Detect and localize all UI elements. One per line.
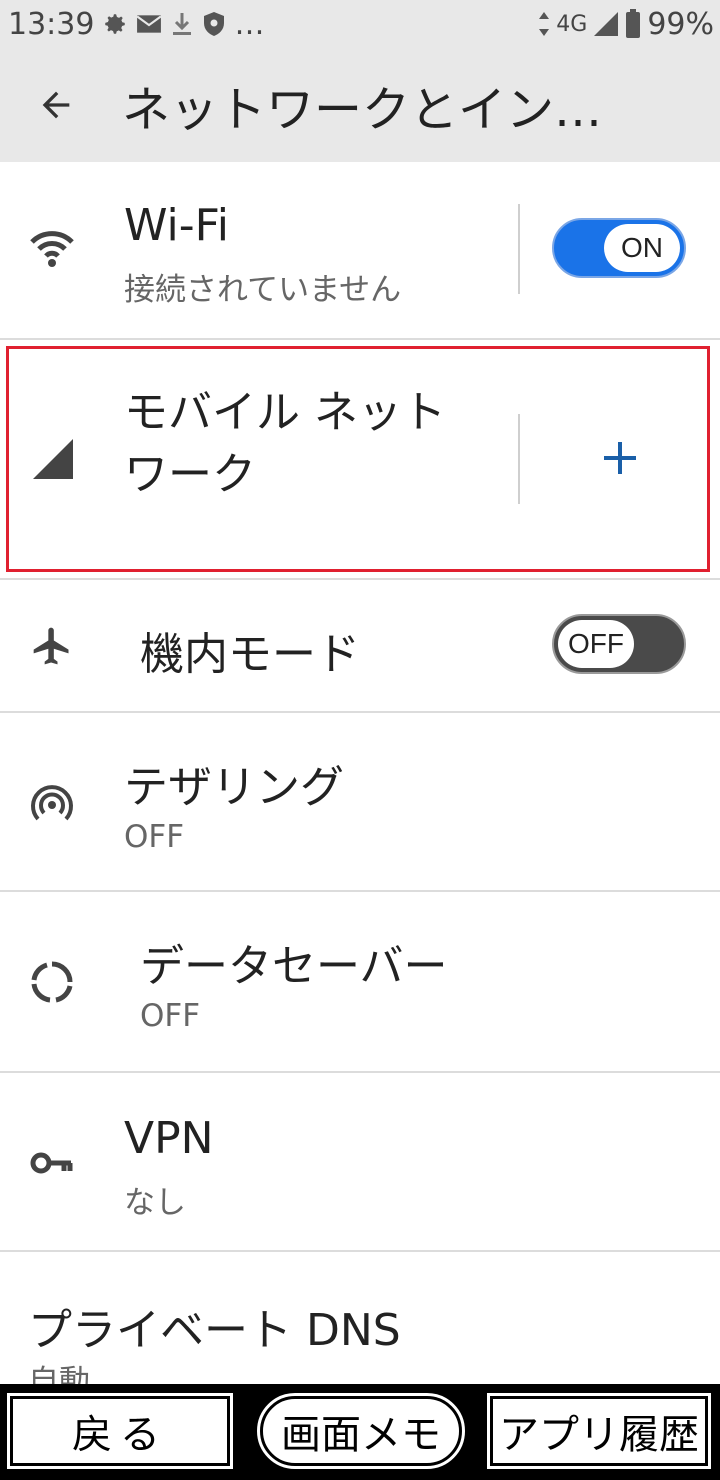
bottom-bar: 戻る 画面メモ アプリ履歴: [0, 1384, 720, 1480]
add-plus-button[interactable]: [596, 434, 644, 482]
tethering-title: テザリング: [124, 762, 344, 813]
data-arrows-icon: [538, 11, 550, 37]
vpn-title: VPN: [124, 1113, 214, 1164]
screen-memo-label: 画面メモ: [281, 1412, 441, 1458]
wifi-toggle-label: ON: [604, 224, 680, 272]
app-bar: ネットワークとイン…: [0, 48, 720, 162]
hotspot-icon: [30, 783, 74, 827]
page-title: ネットワークとイン…: [122, 82, 603, 138]
divider: [0, 338, 720, 340]
wifi-toggle[interactable]: ON: [552, 218, 686, 278]
data-saver-title: データセーバー: [140, 941, 448, 992]
tethering-status: OFF: [124, 819, 185, 855]
wifi-status: 接続されていません: [124, 272, 402, 308]
airplane-toggle-label: OFF: [558, 620, 634, 668]
status-bar: 13:39 … 4G 99%: [0, 0, 720, 48]
airplane-icon: [30, 624, 74, 668]
airplane-mode-row[interactable]: 機内モード OFF: [0, 580, 720, 710]
wifi-row[interactable]: Wi-Fi 接続されていません ON: [0, 162, 720, 338]
settings-gear-icon: [102, 11, 128, 37]
private-dns-title: プライベート DNS: [28, 1305, 401, 1356]
back-arrow-icon: [42, 91, 70, 119]
battery-icon: [625, 9, 641, 39]
back-button[interactable]: 戻る: [7, 1393, 233, 1469]
back-arrow-button[interactable]: [26, 75, 86, 135]
shield-icon: [202, 11, 226, 37]
status-time: 13:39: [8, 6, 95, 42]
private-dns-status: 自動: [28, 1364, 90, 1384]
app-history-label: アプリ履歴: [499, 1412, 699, 1458]
plus-icon: [604, 442, 636, 474]
app-history-button[interactable]: アプリ履歴: [487, 1393, 711, 1469]
battery-percent: 99%: [647, 6, 714, 42]
airplane-mode-title: 機内モード: [140, 629, 360, 680]
tethering-row[interactable]: テザリング OFF: [0, 713, 720, 890]
vpn-row[interactable]: VPN なし: [0, 1073, 720, 1249]
data-saver-row[interactable]: データセーバー OFF: [0, 892, 720, 1070]
airplane-mode-toggle[interactable]: OFF: [552, 614, 686, 674]
network-type: 4G: [556, 11, 588, 37]
screen-memo-button[interactable]: 画面メモ: [257, 1393, 465, 1469]
key-icon: [30, 1145, 74, 1181]
wifi-title: Wi-Fi: [124, 200, 229, 251]
signal-icon: [593, 11, 619, 37]
download-icon: [170, 11, 194, 37]
data-saver-status: OFF: [140, 998, 201, 1034]
status-more: …: [234, 6, 265, 42]
private-dns-row[interactable]: プライベート DNS 自動: [0, 1252, 720, 1384]
wifi-icon: [26, 226, 78, 270]
data-saver-icon: [30, 960, 74, 1004]
back-button-label: 戻る: [72, 1412, 168, 1458]
vpn-status: なし: [124, 1185, 186, 1221]
mail-icon: [136, 13, 163, 35]
divider-vertical: [518, 204, 520, 294]
